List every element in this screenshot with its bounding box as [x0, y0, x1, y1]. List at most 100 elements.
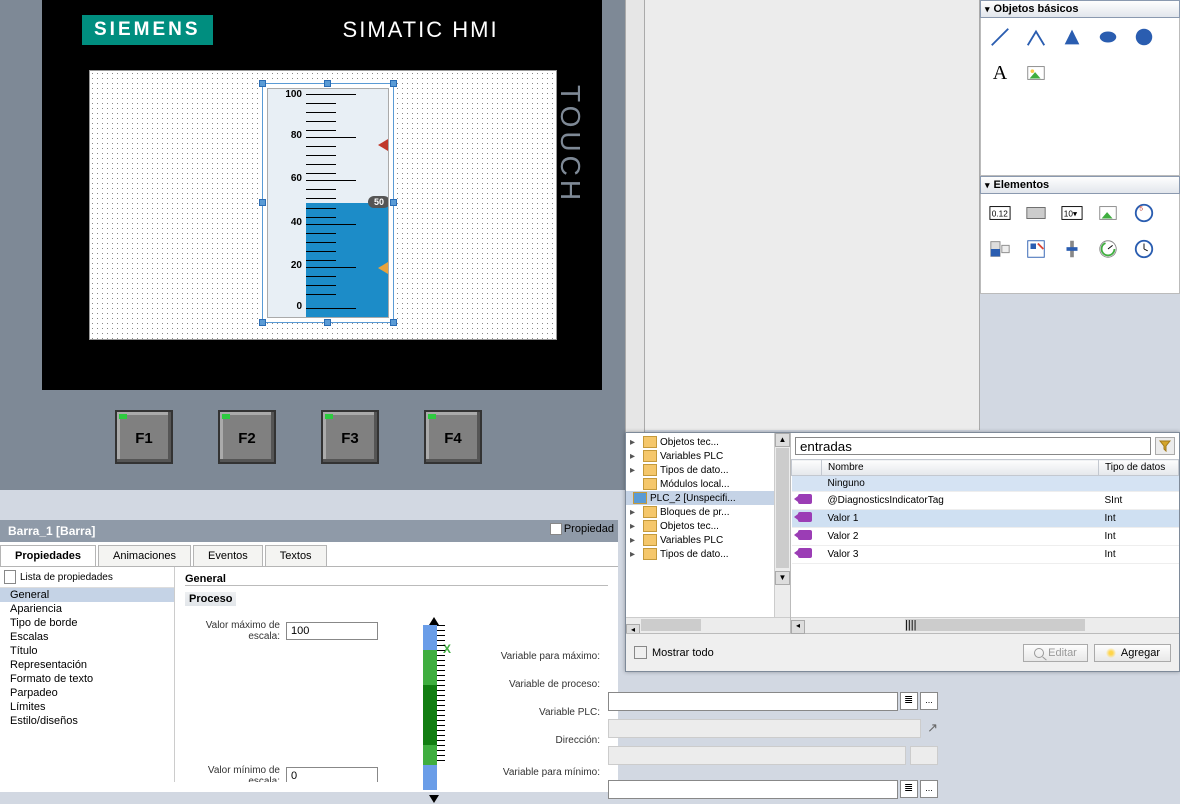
col-tipo[interactable]: Tipo de datos [1099, 460, 1179, 476]
tab-textos[interactable]: Textos [265, 545, 327, 566]
text-tool-icon[interactable]: A [987, 60, 1013, 86]
resize-handle[interactable] [259, 199, 266, 206]
graphic-io-tool-icon[interactable] [1095, 200, 1121, 226]
tree-node-plc2[interactable]: ▾PLC_2 [Unspecifi... [626, 491, 788, 505]
function-key-f2[interactable]: F2 [218, 410, 276, 464]
link-arrow-icon[interactable]: ↗ [927, 720, 938, 736]
editor-scrollbar[interactable] [625, 0, 645, 488]
switch-tool-icon[interactable] [1023, 236, 1049, 262]
ellipse-tool-icon[interactable] [1095, 24, 1121, 50]
prop-item-apariencia[interactable]: Apariencia [0, 602, 174, 616]
form-section-general: General [185, 573, 608, 586]
resize-handle[interactable] [324, 80, 331, 87]
prop-item-tipo-borde[interactable]: Tipo de borde [0, 616, 174, 630]
var-proc-input[interactable] [608, 692, 898, 711]
table-scrollbar-horizontal[interactable]: ◂|||| [791, 617, 1179, 633]
browse-button[interactable]: ... [920, 692, 938, 710]
tag-row[interactable]: @DiagnosticsIndicatorTagSInt [792, 492, 1179, 510]
var-proc-label: Variable de proceso: [465, 679, 600, 690]
resize-handle[interactable] [390, 319, 397, 326]
var-min-input[interactable] [608, 780, 898, 799]
tag-row-ninguno[interactable]: Ninguno [792, 476, 1179, 492]
circle-tool-icon[interactable] [1131, 24, 1157, 50]
resize-handle[interactable] [324, 319, 331, 326]
col-nombre[interactable]: Nombre [822, 460, 1099, 476]
io-field-tool-icon[interactable]: 0.12 [987, 200, 1013, 226]
properties-tabs: Propiedades Animaciones Eventos Textos [0, 542, 618, 567]
prop-item-escalas[interactable]: Escalas [0, 630, 174, 644]
image-tool-icon[interactable] [1023, 60, 1049, 86]
properties-icon [550, 523, 562, 535]
var-min-label: Variable para mínimo: [465, 767, 600, 778]
dropdown-list-icon[interactable] [900, 780, 918, 798]
resize-handle[interactable] [390, 80, 397, 87]
toolbox-panel-basics-header[interactable]: ▾Objetos básicos [980, 0, 1180, 18]
tree-node[interactable]: ▸Variables PLC [628, 533, 788, 547]
function-key-f4[interactable]: F4 [424, 410, 482, 464]
edit-button[interactable]: Editar [1023, 644, 1088, 662]
tag-row-valor1[interactable]: Valor 1Int [792, 510, 1179, 528]
tree-node[interactable]: ▸Objetos tec... [628, 519, 788, 533]
symbolic-io-tool-icon[interactable]: 10▾ [1059, 200, 1085, 226]
tree-node[interactable]: ▸Variables PLC [628, 449, 788, 463]
dropdown-list-icon[interactable] [900, 692, 918, 710]
value-marker: 50 [368, 196, 388, 208]
slider-tool-icon[interactable] [1059, 236, 1085, 262]
polyline-tool-icon[interactable] [1023, 24, 1049, 50]
browse-button[interactable]: ... [920, 780, 938, 798]
resize-handle[interactable] [259, 80, 266, 87]
tab-eventos[interactable]: Eventos [193, 545, 263, 566]
min-scale-input[interactable] [286, 767, 378, 782]
hmi-screen-canvas[interactable]: 100 80 60 40 20 0 [89, 70, 557, 340]
tag-filter-input[interactable] [795, 437, 1151, 455]
tab-propiedades[interactable]: Propiedades [0, 545, 96, 566]
prop-item-representacion[interactable]: Representación [0, 658, 174, 672]
scale-label: 20 [291, 260, 302, 271]
gauge-tool-icon[interactable] [1095, 236, 1121, 262]
function-key-f1[interactable]: F1 [115, 410, 173, 464]
button-tool-icon[interactable] [1023, 200, 1049, 226]
datetime-tool-icon[interactable]: 5 [1131, 200, 1157, 226]
tree-scrollbar-vertical[interactable]: ▲▼ [774, 433, 790, 617]
properties-link[interactable]: Propiedad [550, 523, 614, 535]
function-keys-row: F1 F2 F3 F4 [115, 410, 482, 464]
document-icon [4, 570, 16, 584]
direccion-readonly [608, 746, 906, 765]
tag-row[interactable]: Valor 2Int [792, 528, 1179, 546]
resize-handle[interactable] [259, 319, 266, 326]
tree-node[interactable]: ▸Tipos de dato... [628, 463, 788, 477]
prop-item-parpadeo[interactable]: Parpadeo [0, 686, 174, 700]
prop-item-general[interactable]: General [0, 588, 174, 602]
tree-node[interactable]: ▸Objetos tec... [628, 435, 788, 449]
clock-tool-icon[interactable] [1131, 236, 1157, 262]
tree-node[interactable]: ▸Tipos de dato... [628, 547, 788, 561]
resize-handle[interactable] [390, 199, 397, 206]
polygon-tool-icon[interactable] [1059, 24, 1085, 50]
tag-row[interactable]: Valor 3Int [792, 546, 1179, 564]
toolbox-panel-elements-header[interactable]: ▾Elementos [980, 176, 1180, 194]
max-scale-input[interactable] [286, 622, 378, 640]
prop-item-estilo[interactable]: Estilo/diseños [0, 714, 174, 728]
add-button[interactable]: Agregar [1094, 644, 1171, 662]
svg-text:5: 5 [1139, 205, 1143, 212]
show-all-checkbox[interactable] [634, 646, 647, 659]
tree-scrollbar-horizontal[interactable]: ◂ [626, 617, 790, 633]
prop-item-limites[interactable]: Límites [0, 700, 174, 714]
magnify-icon [1034, 648, 1044, 658]
tree-node[interactable]: ▸Bloques de pr... [628, 505, 788, 519]
folder-icon [643, 436, 657, 448]
bar-gauge-widget[interactable]: 100 80 60 40 20 0 [262, 83, 394, 323]
bar-tool-icon[interactable] [987, 236, 1013, 262]
tree-node[interactable]: Módulos local... [628, 477, 788, 491]
line-tool-icon[interactable] [987, 24, 1013, 50]
tag-icon [798, 548, 812, 558]
prop-item-formato-texto[interactable]: Formato de texto [0, 672, 174, 686]
selection-title: Barra_1 [Barra] [0, 520, 618, 542]
var-plc-readonly [608, 719, 921, 738]
funnel-filter-icon[interactable] [1155, 437, 1175, 455]
tab-animaciones[interactable]: Animaciones [98, 545, 191, 566]
variable-inputs: ... ↗ ... [608, 686, 938, 804]
function-key-f3[interactable]: F3 [321, 410, 379, 464]
tag-icon [798, 512, 812, 522]
prop-item-titulo[interactable]: Título [0, 644, 174, 658]
